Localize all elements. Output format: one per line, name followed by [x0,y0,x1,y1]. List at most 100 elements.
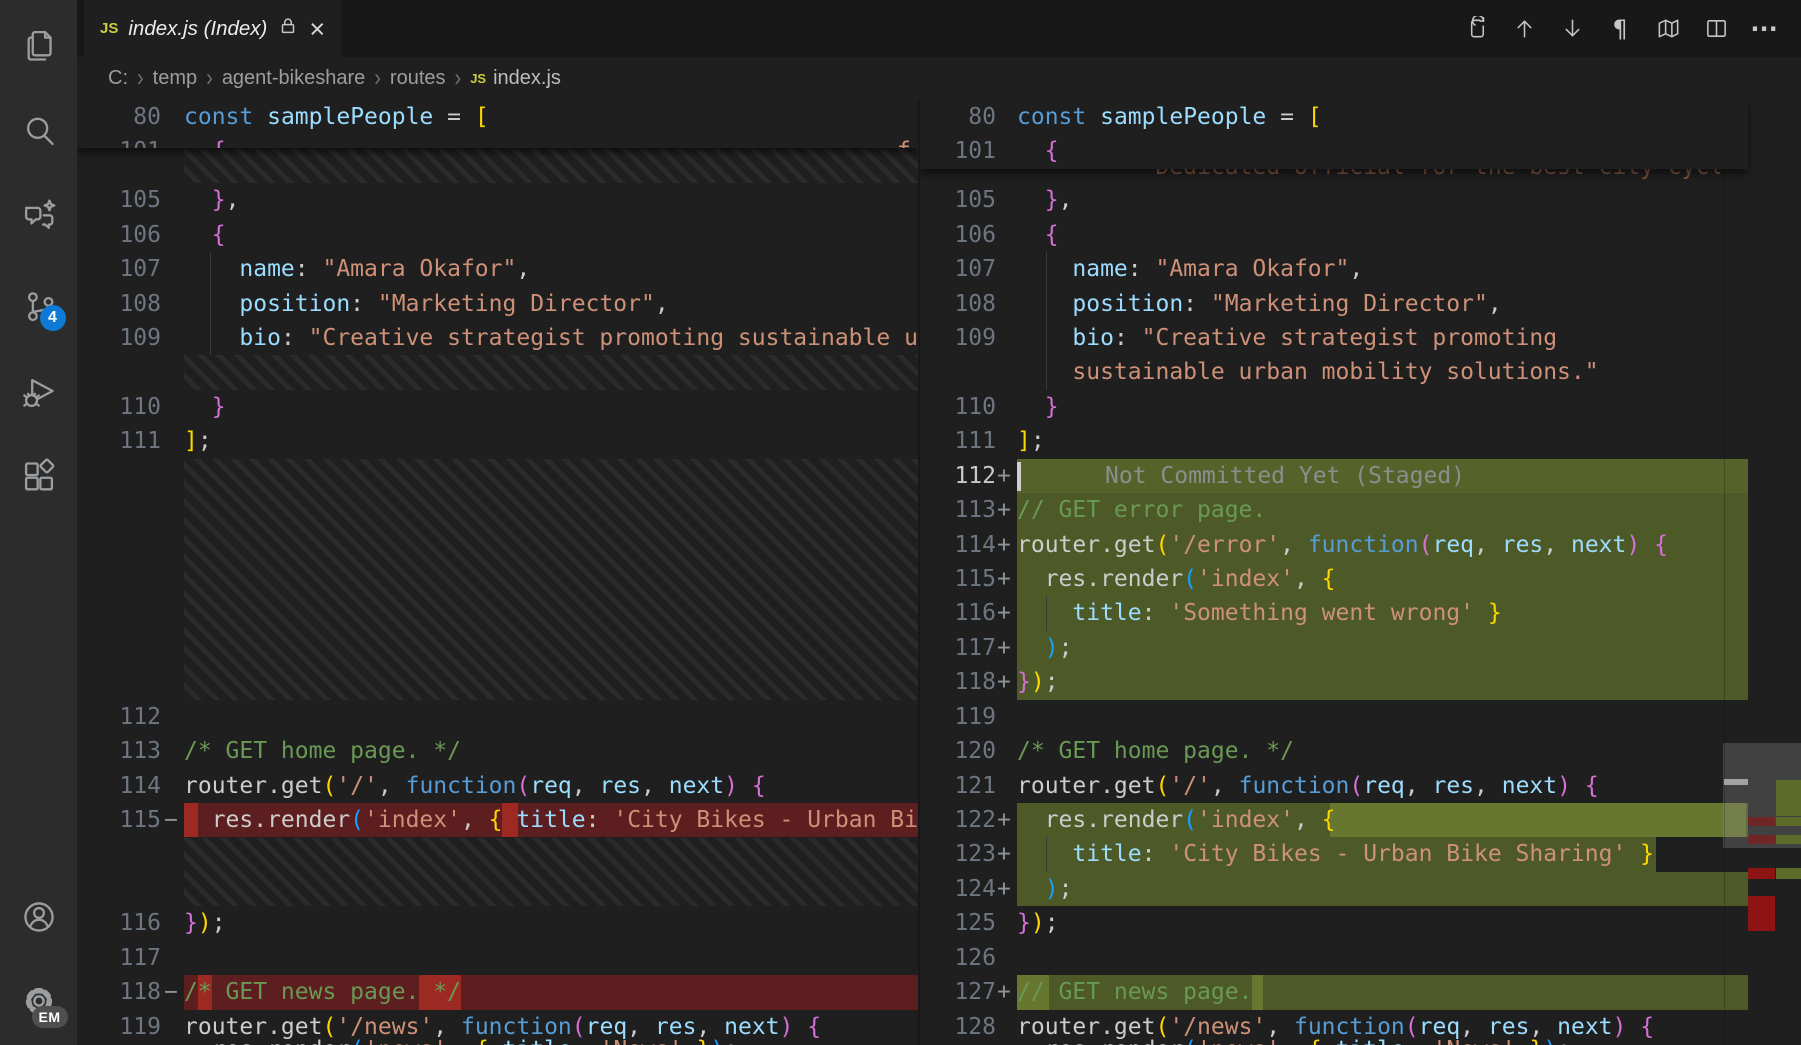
code-token: } [1529,1038,1543,1045]
code-line[interactable]: 108 position: "Marketing Director", [77,287,918,321]
render-whitespace-icon[interactable]: ¶ [1607,16,1633,42]
diff-sign: + [997,631,1011,666]
code-line[interactable]: 115− res.render('index', { title: 'City … [77,803,918,837]
diff-pane-original[interactable]: 105 },106 {107 name: "Amara Okafor",108 … [77,0,918,1045]
code-line[interactable]: 118−/* GET news page. */ [77,975,918,1009]
chat-icon[interactable] [20,197,58,235]
chevron-right-icon: › [374,64,381,93]
code-text: title: 'City Bikes - Urban Bike Sharing'… [1017,837,1654,872]
code-token: , [378,773,406,799]
code-line[interactable]: 123+ title: 'City Bikes - Urban Bike Sha… [920,837,1801,871]
code-line[interactable]: 105 }, [920,183,1801,217]
code-line[interactable]: 105 }, [77,183,918,217]
code-line[interactable]: 119 [920,700,1801,734]
line-number: 112 [77,700,161,735]
code-line[interactable]: 116+ title: 'Something went wrong' } [920,596,1801,630]
sticky-scroll[interactable]: 80const samplePeople = [101 {f [77,100,918,148]
open-file-icon[interactable] [1463,16,1489,42]
code-line[interactable]: 110 } [77,390,918,424]
map-outline-icon[interactable] [1655,16,1681,42]
code-line[interactable]: res.render('news', { title: 'News' }); [77,1038,918,1045]
code-line[interactable]: 117 [77,941,918,975]
code-token: , [1280,532,1308,558]
code-line[interactable]: 80const samplePeople = [ [77,100,918,134]
code-text: ]; [1017,424,1045,459]
breadcrumb-temp[interactable]: temp [153,67,197,90]
diff-sash[interactable] [918,0,920,1045]
code-token: , [1266,1014,1294,1040]
breadcrumb-project[interactable]: agent-bikeshare [222,67,365,90]
code-line[interactable]: 101 { [920,134,1748,168]
code-line[interactable]: 120/* GET home page. */ [920,734,1801,768]
code-line[interactable]: 101 {f [77,134,918,148]
code-line[interactable]: 126 [920,941,1801,975]
code-line[interactable]: 112+Not Committed Yet (Staged) [920,459,1801,493]
search-icon[interactable] [20,112,58,150]
code-token: } [1045,187,1059,213]
code-line[interactable]: "Dedicated official for the best city cy… [1017,169,1720,179]
line-number: 114 [77,769,161,804]
more-actions-icon[interactable]: ··· [1751,16,1777,42]
line-number: 111 [77,424,161,459]
next-change-icon[interactable] [1559,16,1585,42]
source-control-badge: 4 [40,305,66,331]
code-token: ; [1045,910,1059,936]
code-line[interactable]: 114router.get('/', function(req, res, ne… [77,769,918,803]
code-line[interactable]: 106 { [77,218,918,252]
code-line[interactable]: 111]; [77,424,918,458]
code-line[interactable]: 109 bio: "Creative strategist promoting [920,321,1801,355]
previous-change-icon[interactable] [1511,16,1537,42]
code-text: res.render('index', { title: 'City Bikes… [184,803,918,838]
code-line[interactable]: 113+// GET error page. [920,493,1801,527]
line-number: 107 [920,252,996,287]
settings-gear-icon[interactable]: EM [20,982,58,1020]
split-editor-icon[interactable] [1703,16,1729,42]
source-control-icon[interactable]: 4 [20,287,58,325]
close-tab-icon[interactable]: × [309,19,325,39]
tab-indexjs[interactable]: JS index.js (Index) × [84,0,341,57]
code-line[interactable]: 122+ res.render('index', { [920,803,1801,837]
run-debug-icon[interactable] [20,372,58,410]
code-token: ; [1557,1038,1571,1045]
code-line[interactable]: 107 name: "Amara Okafor", [77,252,918,286]
chevron-right-icon: › [455,64,462,93]
account-icon[interactable] [20,898,58,936]
code-line[interactable]: 111]; [920,424,1801,458]
code-line[interactable]: 125}); [920,906,1801,940]
overview-ruler-mark [1748,817,1775,826]
code-line[interactable]: 117+ ); [920,631,1801,665]
code-line[interactable]: 115+ res.render('index', { [920,562,1801,596]
code-line[interactable]: sustainable urban mobility solutions." [920,355,1801,389]
code-line[interactable]: 109 bio: "Creative strategist promoting … [77,321,918,355]
breadcrumb-drive[interactable]: C: [108,67,128,90]
line-number: 120 [920,734,996,769]
code-token: next [669,773,724,799]
code-line[interactable]: 110 } [920,390,1801,424]
breadcrumb-routes[interactable]: routes [390,67,446,90]
code-line[interactable]: 112 [77,700,918,734]
code-token: title [1336,1038,1405,1045]
code-line[interactable]: 121router.get('/', function(req, res, ne… [920,769,1801,803]
diff-pane-modified[interactable]: 105 },106 {107 name: "Amara Okafor",108 … [920,0,1801,1045]
code-line[interactable]: 118+}); [920,665,1801,699]
code-token [738,773,752,799]
code-line[interactable]: 80const samplePeople = [ [920,100,1748,134]
extensions-icon[interactable] [20,457,58,495]
code-line[interactable]: 113/* GET home page. */ [77,734,918,768]
code-token: : [1405,1038,1433,1045]
code-text: ); [1017,631,1072,666]
code-line[interactable]: 116}); [77,906,918,940]
breadcrumb-file[interactable]: JS index.js [470,67,561,90]
sticky-scroll[interactable]: 80const samplePeople = [101 { [920,100,1748,169]
explorer-icon[interactable] [20,26,58,64]
code-line[interactable]: 106 { [920,218,1801,252]
code-line[interactable]: 108 position: "Marketing Director", [920,287,1801,321]
code-line[interactable]: res.render('news', { title: 'News' }); [920,1038,1801,1045]
line-number: 118 [920,665,996,700]
code-line[interactable]: 107 name: "Amara Okafor", [920,252,1801,286]
line-number: 101 [77,134,161,148]
code-line[interactable]: 124+ ); [920,872,1801,906]
code-token [184,291,239,317]
code-line[interactable]: 114+router.get('/error', function(req, r… [920,528,1801,562]
code-line[interactable]: 127+// GET news page. [920,975,1801,1009]
